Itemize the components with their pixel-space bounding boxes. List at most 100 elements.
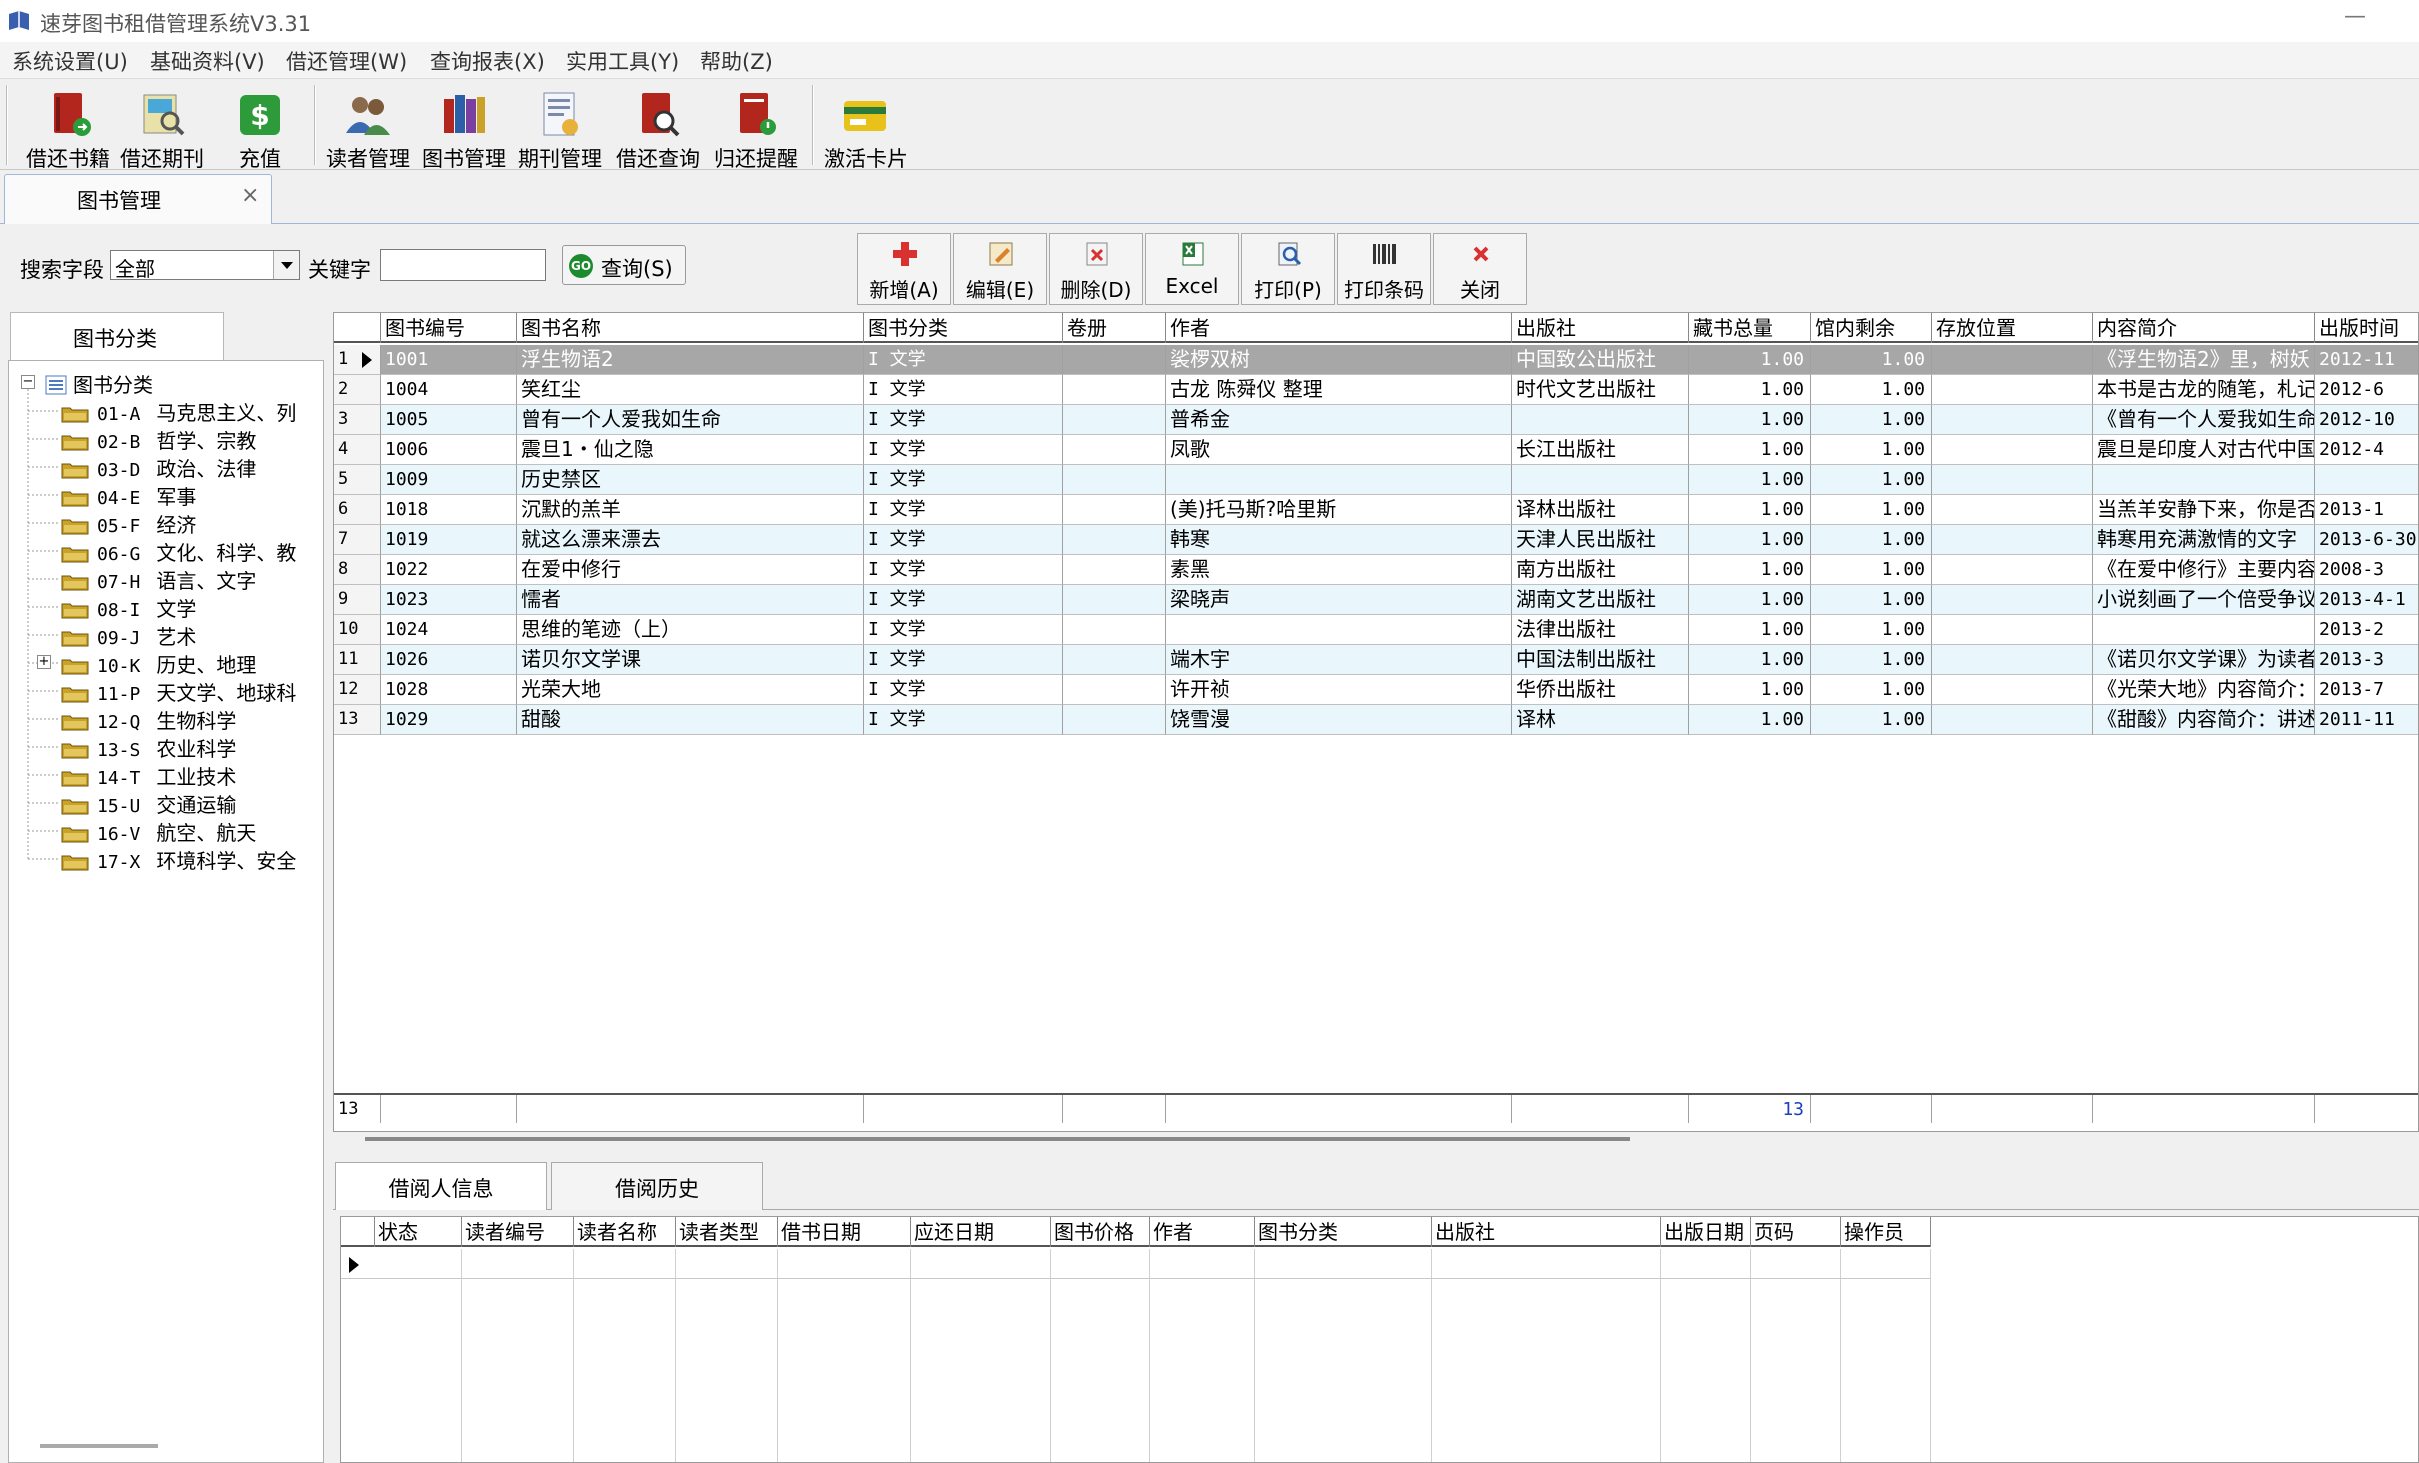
header-publish-date[interactable]: 出版日期 bbox=[1661, 1217, 1751, 1247]
menu-help[interactable]: 帮助(Z) bbox=[700, 46, 773, 76]
header-publisher[interactable]: 出版社 bbox=[1512, 313, 1689, 343]
print-button[interactable]: 打印(P) bbox=[1241, 233, 1335, 305]
close-button[interactable]: 关闭 bbox=[1433, 233, 1527, 305]
tab-book-category[interactable]: 图书分类 bbox=[10, 312, 224, 360]
borrower-grid-column bbox=[1255, 1249, 1432, 1462]
excel-export-button[interactable]: Excel bbox=[1145, 233, 1239, 305]
header-pages[interactable]: 页码 bbox=[1751, 1217, 1841, 1247]
search-field-select[interactable]: 全部 bbox=[110, 250, 300, 281]
header-category[interactable]: 图书分类 bbox=[1255, 1217, 1432, 1247]
table-row[interactable]: 4 1006 震旦1・仙之隐 I 文学 凤歌 长江出版社 1.00 1.00 震旦是印度人对古代… bbox=[334, 435, 2418, 465]
tree-item[interactable]: 02-B 哲学、宗教 bbox=[61, 425, 256, 453]
header-author[interactable]: 作者 bbox=[1166, 313, 1512, 343]
header-status[interactable]: 状态 bbox=[375, 1217, 462, 1247]
header-category[interactable]: 图书分类 bbox=[864, 313, 1063, 343]
header-description[interactable]: 内容简介 bbox=[2093, 313, 2315, 343]
tree-item[interactable]: 10-K 历史、地理 bbox=[61, 649, 256, 677]
header-reader-id[interactable]: 读者编号 bbox=[462, 1217, 574, 1247]
table-row[interactable]: 5 1009 历史禁区 I 文学 1.00 1.00 bbox=[334, 465, 2418, 495]
tree-item[interactable]: 12-Q 生物科学 bbox=[61, 705, 236, 733]
print-barcode-button[interactable]: 打印条码 bbox=[1337, 233, 1431, 305]
table-row[interactable]: 8 1022 在爱中修行 I 文学 素黑 南方出版社 1.00 1.00 《在爱中修行》主要内容… bbox=[334, 555, 2418, 585]
table-row[interactable]: 11 1026 诺贝尔文学课 I 文学 端木宇 中国法制出版社 1.00 1.00 《诺贝尔文学… bbox=[334, 645, 2418, 675]
tab-borrow-history[interactable]: 借阅历史 bbox=[551, 1162, 763, 1210]
menu-tools[interactable]: 实用工具(Y) bbox=[566, 46, 679, 76]
tree-item[interactable]: 06-G 文化、科学、教 bbox=[61, 537, 296, 565]
header-reader-name[interactable]: 读者名称 bbox=[574, 1217, 676, 1247]
tab-book-management[interactable]: 图书管理 × bbox=[4, 174, 272, 224]
header-total[interactable]: 藏书总量 bbox=[1689, 313, 1811, 343]
keyword-input[interactable] bbox=[380, 249, 546, 281]
grid-horizontal-scrollbar[interactable] bbox=[365, 1137, 1630, 1141]
tree-item[interactable]: 14-T 工业技术 bbox=[61, 761, 236, 789]
table-row[interactable]: 3 1005 曾有一个人爱我如生命 I 文学 普希金 1.00 1.00 《曾有一个人爱我如生… bbox=[334, 405, 2418, 435]
borrow-books-button[interactable]: 借还书籍 bbox=[22, 85, 114, 171]
tree-item[interactable]: 16-V 航空、航天 bbox=[61, 817, 256, 845]
minimize-button[interactable]: — bbox=[2330, 2, 2380, 38]
header-due-date[interactable]: 应还日期 bbox=[911, 1217, 1051, 1247]
header-location[interactable]: 存放位置 bbox=[1932, 313, 2093, 343]
tree-item[interactable]: 13-S 农业科学 bbox=[61, 733, 236, 761]
table-row[interactable]: 12 1028 光荣大地 I 文学 许开祯 华侨出版社 1.00 1.00 《光荣大地》内容简介… bbox=[334, 675, 2418, 705]
header-publish-date[interactable]: 出版时间 bbox=[2315, 313, 2418, 343]
tree-item[interactable]: 11-P 天文学、地球科 bbox=[61, 677, 296, 705]
header-reader-type[interactable]: 读者类型 bbox=[676, 1217, 778, 1247]
expand-icon[interactable]: + bbox=[37, 655, 51, 669]
cell-location bbox=[1932, 375, 2093, 405]
header-author[interactable]: 作者 bbox=[1150, 1217, 1255, 1247]
tree-scrollbar[interactable] bbox=[40, 1444, 158, 1448]
book-management-button[interactable]: 图书管理 bbox=[418, 85, 510, 171]
tree-item[interactable]: 07-H 语言、文字 bbox=[61, 565, 256, 593]
delete-button[interactable]: 删除(D) bbox=[1049, 233, 1143, 305]
tree-item[interactable]: 03-D 政治、法律 bbox=[61, 453, 256, 481]
periodical-management-button[interactable]: 期刊管理 bbox=[514, 85, 606, 171]
table-row[interactable]: 2 1004 笑红尘 I 文学 古龙 陈舜仪 整理 时代文艺出版社 1.00 1.00 本书是古… bbox=[334, 375, 2418, 405]
menu-basic-data[interactable]: 基础资料(V) bbox=[150, 46, 265, 76]
cell-description: 《诺贝尔文学课》为读者 bbox=[2093, 645, 2315, 675]
table-row[interactable]: 7 1019 就这么漂来漂去 I 文学 韩寒 天津人民出版社 1.00 1.00 韩寒用充满激情… bbox=[334, 525, 2418, 555]
header-book-price[interactable]: 图书价格 bbox=[1051, 1217, 1150, 1247]
chevron-down-icon[interactable] bbox=[273, 251, 299, 279]
cell-total: 1.00 bbox=[1689, 525, 1811, 555]
query-button[interactable]: GO 查询(S) bbox=[562, 245, 686, 285]
header-publisher[interactable]: 出版社 bbox=[1432, 1217, 1661, 1247]
cell-remaining: 1.00 bbox=[1811, 375, 1932, 405]
menu-borrow-return[interactable]: 借还管理(W) bbox=[286, 46, 407, 76]
collapse-icon[interactable]: − bbox=[21, 375, 35, 389]
menu-system-settings[interactable]: 系统设置(U) bbox=[12, 46, 128, 76]
add-button[interactable]: 新增(A) bbox=[857, 233, 951, 305]
borrow-query-button[interactable]: 借还查询 bbox=[610, 85, 706, 171]
tree-item[interactable]: 17-X 环境科学、安全 bbox=[61, 845, 296, 873]
table-row[interactable]: 6 1018 沉默的羔羊 I 文学 (美)托马斯?哈里斯 译林出版社 1.00 1.00 当羔羊… bbox=[334, 495, 2418, 525]
cell-book-name: 笑红尘 bbox=[517, 375, 864, 405]
header-remaining[interactable]: 馆内剩余 bbox=[1811, 313, 1932, 343]
menu-reports[interactable]: 查询报表(X) bbox=[430, 46, 545, 76]
header-borrow-date[interactable]: 借书日期 bbox=[778, 1217, 911, 1247]
recharge-button[interactable]: $ 充值 bbox=[214, 85, 306, 171]
activate-card-button[interactable]: 激活卡片 bbox=[820, 85, 912, 171]
header-volume[interactable]: 卷册 bbox=[1063, 313, 1166, 343]
dollar-icon: $ bbox=[240, 95, 280, 135]
tree-item[interactable]: 01-A 马克思主义、列 bbox=[61, 397, 296, 425]
return-reminder-button[interactable]: 归还提醒 bbox=[708, 85, 804, 171]
tree-root[interactable]: 图书分类 bbox=[45, 369, 153, 397]
table-row[interactable]: 1 1001 浮生物语2 I 文学 裟椤双树 中国致公出版社 1.00 1.00 《浮生物语2》… bbox=[334, 345, 2418, 375]
tree-item[interactable]: 09-J 艺术 bbox=[61, 621, 196, 649]
header-operator[interactable]: 操作员 bbox=[1841, 1217, 1931, 1247]
tree-item[interactable]: 08-I 文学 bbox=[61, 593, 196, 621]
tree-item[interactable]: 15-U 交通运输 bbox=[61, 789, 236, 817]
tab-borrower-info[interactable]: 借阅人信息 bbox=[335, 1162, 547, 1210]
tree-item[interactable]: 05-F 经济 bbox=[61, 509, 196, 537]
table-row[interactable]: 9 1023 懦者 I 文学 梁晓声 湖南文艺出版社 1.00 1.00 小说刻画了一个倍受争议… bbox=[334, 585, 2418, 615]
edit-button[interactable]: 编辑(E) bbox=[953, 233, 1047, 305]
borrow-periodicals-button[interactable]: 借还期刊 bbox=[116, 85, 208, 171]
header-book-id[interactable]: 图书编号 bbox=[381, 313, 517, 343]
borrower-new-row[interactable] bbox=[341, 1249, 1931, 1279]
reader-management-button[interactable]: 读者管理 bbox=[322, 85, 414, 171]
table-row[interactable]: 13 1029 甜酸 I 文学 饶雪漫 译林 1.00 1.00 《甜酸》内容简介：讲述 2011… bbox=[334, 705, 2418, 735]
toolbar-label: 期刊管理 bbox=[518, 147, 602, 171]
tab-close-icon[interactable]: × bbox=[241, 183, 259, 208]
header-book-name[interactable]: 图书名称 bbox=[517, 313, 864, 343]
table-row[interactable]: 10 1024 思维的笔迹（上） I 文学 法律出版社 1.00 1.00 2013-2 bbox=[334, 615, 2418, 645]
tree-item[interactable]: 04-E 军事 bbox=[61, 481, 196, 509]
